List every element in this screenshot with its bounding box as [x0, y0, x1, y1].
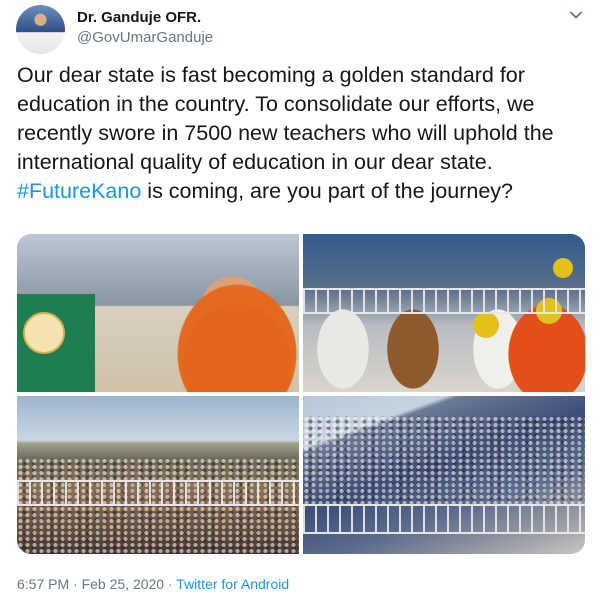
avatar[interactable] — [16, 5, 65, 54]
railing — [303, 504, 585, 534]
tweet-text-body: Our dear state is fast becoming a golden… — [17, 63, 554, 174]
tweet-text-tail: is coming, are you part of the journey? — [141, 179, 513, 203]
turban — [553, 258, 573, 278]
crowd — [17, 458, 299, 554]
footer-separator: · — [164, 576, 177, 592]
tweet-footer: 6:57 PM · Feb 25, 2020 · Twitter for And… — [17, 576, 289, 592]
photo-stadium-field[interactable] — [17, 396, 299, 554]
chevron-down-icon[interactable] — [567, 6, 585, 24]
photo-stadium-stands[interactable] — [303, 396, 585, 554]
media-grid — [17, 234, 585, 554]
tweet-card: Dr. Ganduje OFR. @GovUmarGanduje Our dea… — [0, 0, 605, 597]
railing — [17, 480, 299, 506]
tweet-text: Our dear state is fast becoming a golden… — [17, 61, 592, 206]
author-name[interactable]: Dr. Ganduje OFR. — [77, 9, 201, 26]
tweet-source[interactable]: Twitter for Android — [176, 576, 289, 592]
photo-dignitaries[interactable] — [303, 234, 585, 392]
person — [167, 294, 297, 392]
crowd — [303, 416, 585, 506]
turban — [473, 312, 499, 338]
railing — [303, 288, 585, 314]
hashtag-link[interactable]: #FutureKano — [17, 179, 141, 203]
tweet-timestamp[interactable]: 6:57 PM · Feb 25, 2020 — [17, 576, 164, 592]
state-seal — [23, 312, 65, 354]
photo-swearing-in[interactable] — [17, 234, 299, 392]
author-handle[interactable]: @GovUmarGanduje — [77, 29, 213, 46]
